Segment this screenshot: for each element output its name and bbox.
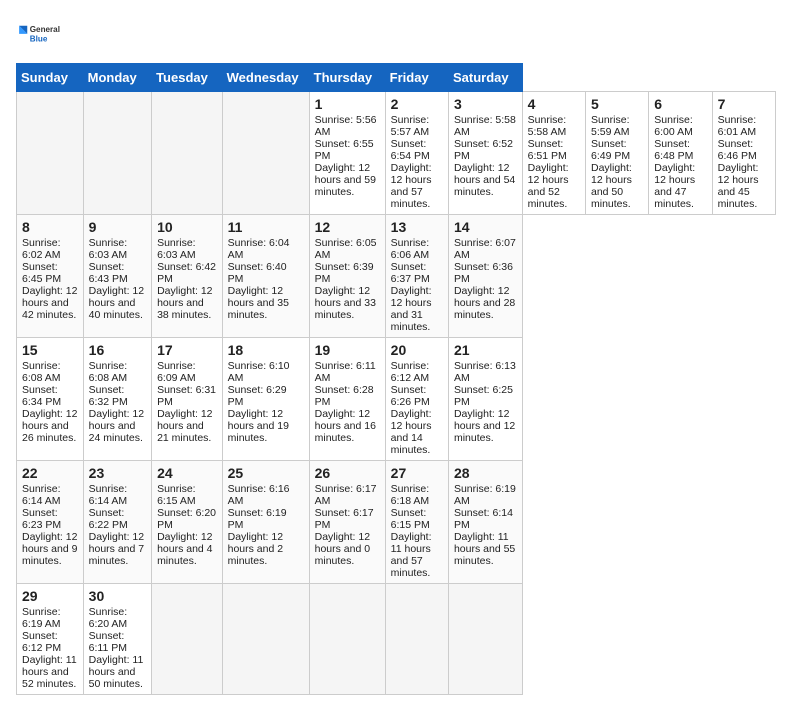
calendar-week-4: 22 Sunrise: 6:14 AM Sunset: 6:23 PM Dayl… bbox=[17, 461, 776, 584]
calendar-day: 15 Sunrise: 6:08 AM Sunset: 6:34 PM Dayl… bbox=[17, 338, 84, 461]
calendar-day: 5 Sunrise: 5:59 AM Sunset: 6:49 PM Dayli… bbox=[585, 92, 648, 215]
calendar-day: 6 Sunrise: 6:00 AM Sunset: 6:48 PM Dayli… bbox=[649, 92, 712, 215]
col-header-friday: Friday bbox=[385, 64, 448, 92]
calendar-day: 29 Sunrise: 6:19 AM Sunset: 6:12 PM Dayl… bbox=[17, 584, 84, 695]
svg-text:General: General bbox=[30, 25, 60, 34]
calendar-day: 20 Sunrise: 6:12 AM Sunset: 6:26 PM Dayl… bbox=[385, 338, 448, 461]
calendar-table: SundayMondayTuesdayWednesdayThursdayFrid… bbox=[16, 63, 776, 695]
calendar-day bbox=[385, 584, 448, 695]
col-header-thursday: Thursday bbox=[309, 64, 385, 92]
svg-text:Blue: Blue bbox=[30, 34, 48, 43]
calendar-day bbox=[309, 584, 385, 695]
page-header: General Blue bbox=[16, 16, 776, 51]
calendar-day: 4 Sunrise: 5:58 AM Sunset: 6:51 PM Dayli… bbox=[522, 92, 585, 215]
calendar-day: 2 Sunrise: 5:57 AM Sunset: 6:54 PM Dayli… bbox=[385, 92, 448, 215]
logo-svg: General Blue bbox=[16, 16, 66, 51]
calendar-day: 17 Sunrise: 6:09 AM Sunset: 6:31 PM Dayl… bbox=[152, 338, 223, 461]
calendar-header-row: SundayMondayTuesdayWednesdayThursdayFrid… bbox=[17, 64, 776, 92]
col-header-tuesday: Tuesday bbox=[152, 64, 223, 92]
calendar-day bbox=[152, 584, 223, 695]
calendar-day: 26 Sunrise: 6:17 AM Sunset: 6:17 PM Dayl… bbox=[309, 461, 385, 584]
col-header-sunday: Sunday bbox=[17, 64, 84, 92]
calendar-day: 22 Sunrise: 6:14 AM Sunset: 6:23 PM Dayl… bbox=[17, 461, 84, 584]
calendar-day: 28 Sunrise: 6:19 AM Sunset: 6:14 PM Dayl… bbox=[448, 461, 522, 584]
calendar-day: 10 Sunrise: 6:03 AM Sunset: 6:42 PM Dayl… bbox=[152, 215, 223, 338]
calendar-week-2: 8 Sunrise: 6:02 AM Sunset: 6:45 PM Dayli… bbox=[17, 215, 776, 338]
calendar-week-5: 29 Sunrise: 6:19 AM Sunset: 6:12 PM Dayl… bbox=[17, 584, 776, 695]
calendar-body: 1 Sunrise: 5:56 AM Sunset: 6:55 PM Dayli… bbox=[17, 92, 776, 695]
calendar-day: 18 Sunrise: 6:10 AM Sunset: 6:29 PM Dayl… bbox=[222, 338, 309, 461]
col-header-wednesday: Wednesday bbox=[222, 64, 309, 92]
calendar-day: 19 Sunrise: 6:11 AM Sunset: 6:28 PM Dayl… bbox=[309, 338, 385, 461]
calendar-day bbox=[222, 584, 309, 695]
empty-cell bbox=[83, 92, 151, 215]
calendar-day: 24 Sunrise: 6:15 AM Sunset: 6:20 PM Dayl… bbox=[152, 461, 223, 584]
calendar-day: 3 Sunrise: 5:58 AM Sunset: 6:52 PM Dayli… bbox=[448, 92, 522, 215]
calendar-day: 23 Sunrise: 6:14 AM Sunset: 6:22 PM Dayl… bbox=[83, 461, 151, 584]
calendar-day: 7 Sunrise: 6:01 AM Sunset: 6:46 PM Dayli… bbox=[712, 92, 775, 215]
calendar-day: 12 Sunrise: 6:05 AM Sunset: 6:39 PM Dayl… bbox=[309, 215, 385, 338]
calendar-day: 14 Sunrise: 6:07 AM Sunset: 6:36 PM Dayl… bbox=[448, 215, 522, 338]
calendar-day: 25 Sunrise: 6:16 AM Sunset: 6:19 PM Dayl… bbox=[222, 461, 309, 584]
col-header-monday: Monday bbox=[83, 64, 151, 92]
calendar-day: 8 Sunrise: 6:02 AM Sunset: 6:45 PM Dayli… bbox=[17, 215, 84, 338]
calendar-day bbox=[448, 584, 522, 695]
calendar-day: 30 Sunrise: 6:20 AM Sunset: 6:11 PM Dayl… bbox=[83, 584, 151, 695]
calendar-day: 27 Sunrise: 6:18 AM Sunset: 6:15 PM Dayl… bbox=[385, 461, 448, 584]
calendar-day: 16 Sunrise: 6:08 AM Sunset: 6:32 PM Dayl… bbox=[83, 338, 151, 461]
calendar-day: 11 Sunrise: 6:04 AM Sunset: 6:40 PM Dayl… bbox=[222, 215, 309, 338]
empty-cell bbox=[152, 92, 223, 215]
calendar-day: 9 Sunrise: 6:03 AM Sunset: 6:43 PM Dayli… bbox=[83, 215, 151, 338]
calendar-day: 13 Sunrise: 6:06 AM Sunset: 6:37 PM Dayl… bbox=[385, 215, 448, 338]
empty-cell bbox=[222, 92, 309, 215]
calendar-week-1: 1 Sunrise: 5:56 AM Sunset: 6:55 PM Dayli… bbox=[17, 92, 776, 215]
empty-cell bbox=[17, 92, 84, 215]
calendar-day: 21 Sunrise: 6:13 AM Sunset: 6:25 PM Dayl… bbox=[448, 338, 522, 461]
logo: General Blue bbox=[16, 16, 66, 51]
col-header-saturday: Saturday bbox=[448, 64, 522, 92]
calendar-week-3: 15 Sunrise: 6:08 AM Sunset: 6:34 PM Dayl… bbox=[17, 338, 776, 461]
calendar-day: 1 Sunrise: 5:56 AM Sunset: 6:55 PM Dayli… bbox=[309, 92, 385, 215]
